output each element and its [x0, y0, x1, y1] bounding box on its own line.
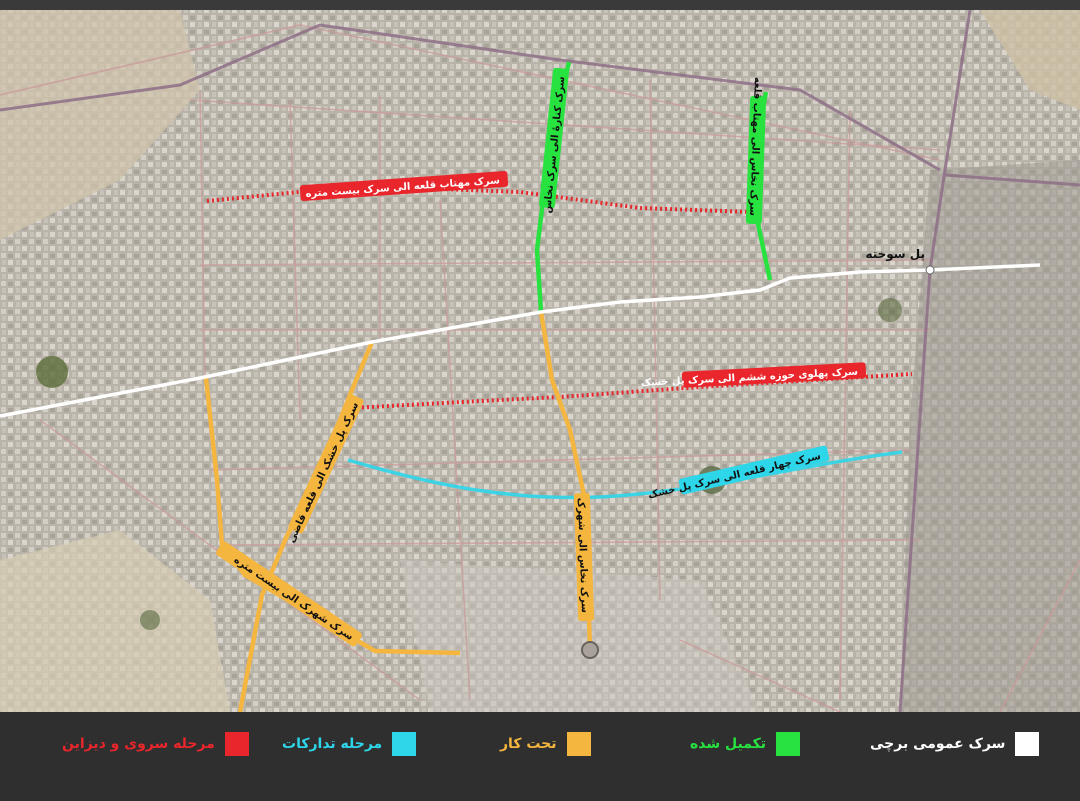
dense-urban-area [900, 160, 1080, 712]
legend-item-completed: تکمیل شده [690, 730, 800, 758]
legend-label: تحت کار [500, 736, 557, 752]
legend-swatch [392, 732, 417, 756]
map-view[interactable]: پل سوخته سرک مهتاب قلعه الی سرک بیست متر… [0, 0, 1080, 801]
vegetation-patch [878, 298, 902, 322]
legend-item-public-road: سرک عمومی برچی [870, 730, 1040, 758]
legend-label: مرحله سروی و دیزاین [62, 736, 215, 752]
legend-label: مرحله تدارکات [282, 736, 383, 752]
legend-bar: سرک عمومی برچی تکمیل شده تحت کار مرحله ت… [0, 712, 1080, 801]
legend-item-survey-design: مرحله سروی و دیزاین [62, 730, 249, 758]
legend-item-procurement: مرحله تدارکات [282, 730, 417, 758]
vegetation-patch [36, 356, 68, 388]
top-dark-strip [0, 0, 1080, 10]
roundabout-marker [581, 641, 599, 659]
legend-swatch [1015, 732, 1040, 756]
pul-sokhta-marker[interactable] [925, 265, 935, 275]
satellite-map[interactable]: پل سوخته سرک مهتاب قلعه الی سرک بیست متر… [0, 0, 1080, 712]
legend-swatch [566, 732, 591, 756]
legend-item-under-construction: تحت کار [500, 730, 591, 758]
legend-swatch [224, 732, 249, 756]
legend-label: تکمیل شده [690, 736, 766, 752]
place-label-pul-sokhta: پل سوخته [865, 247, 925, 262]
legend-swatch [776, 732, 800, 756]
vegetation-patch [140, 610, 160, 630]
legend-label: سرک عمومی برچی [870, 736, 1006, 752]
